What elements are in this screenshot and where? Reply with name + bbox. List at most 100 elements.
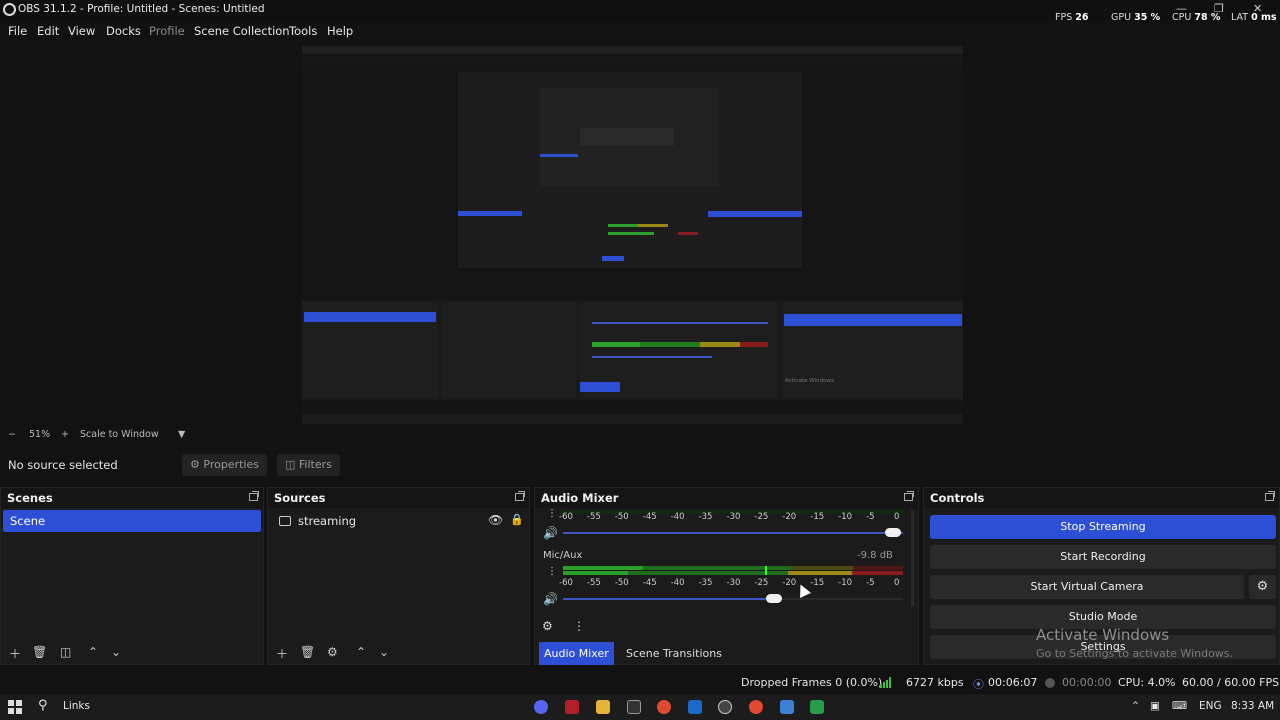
- chrome-icon-2[interactable]: [749, 700, 763, 714]
- tab-scene-transitions[interactable]: Scene Transitions: [621, 642, 727, 665]
- meter-tick-label: -15: [810, 578, 825, 588]
- shield-icon[interactable]: [780, 700, 794, 714]
- channel-1-volume-slider[interactable]: [563, 528, 903, 538]
- scene-filters-icon[interactable]: ◫: [60, 645, 71, 659]
- menu-view[interactable]: View: [68, 24, 95, 38]
- sources-dock-title: Sources: [274, 491, 326, 505]
- signal-bars-icon: [880, 677, 892, 688]
- meter-tick-label: -45: [642, 512, 657, 522]
- language-indicator[interactable]: ENG: [1199, 700, 1222, 712]
- obs-taskbar-icon[interactable]: [718, 700, 732, 714]
- add-scene-icon[interactable]: ＋: [9, 645, 21, 662]
- meter-tick-label: 0: [894, 512, 900, 522]
- move-up-icon[interactable]: ⌃: [88, 645, 98, 659]
- stop-streaming-button[interactable]: Stop Streaming: [930, 515, 1276, 539]
- title-bar: OBS 31.1.2 - Profile: Untitled - Scenes:…: [0, 0, 1280, 23]
- zoom-level: 51%: [29, 429, 51, 440]
- move-up-icon[interactable]: ⌃: [356, 645, 366, 659]
- search-icon[interactable]: ⚲: [38, 698, 48, 713]
- menu-edit[interactable]: Edit: [37, 24, 59, 38]
- scenes-dock-header: Scenes: [1, 488, 263, 508]
- slider-knob[interactable]: [765, 594, 782, 603]
- terminal-icon[interactable]: [627, 700, 641, 714]
- move-down-icon[interactable]: ⌄: [111, 645, 121, 659]
- meter-tick-label: -35: [698, 578, 713, 588]
- virtual-camera-gear-icon[interactable]: ⚙: [1249, 575, 1276, 599]
- status-fps: 60.00 / 60.00 FPS: [1182, 676, 1280, 689]
- streaming-icon: ⦿: [973, 678, 984, 691]
- minimize-icon[interactable]: —: [1176, 2, 1187, 15]
- advanced-audio-gear-icon[interactable]: ⚙: [542, 619, 553, 633]
- menu-docks[interactable]: Docks: [106, 24, 141, 38]
- app-red-icon[interactable]: [565, 700, 579, 714]
- mic-aux-volume-slider[interactable]: [563, 594, 903, 604]
- lock-icon[interactable]: 🔒: [510, 513, 524, 526]
- speaker-icon[interactable]: 🔊: [543, 592, 558, 606]
- meter-scale: -60 -55 -50 -45 -40 -35 -30 -25 -20 -15 -10 -5 0: [559, 512, 903, 522]
- windows-start-icon[interactable]: [8, 700, 22, 714]
- maximize-icon[interactable]: ❐: [1214, 2, 1224, 15]
- chrome-icon[interactable]: [657, 700, 671, 714]
- mixer-menu-icon[interactable]: ⋮: [573, 619, 585, 633]
- meter-tick-label: -5: [866, 512, 875, 522]
- undock-icon[interactable]: [1265, 491, 1275, 501]
- remove-source-icon[interactable]: 🗑: [300, 645, 315, 659]
- scale-mode-select[interactable]: Scale to Window: [80, 429, 159, 440]
- keyboard-icon[interactable]: ⌨: [1172, 700, 1187, 712]
- filter-icon: ◫: [285, 458, 296, 471]
- meter-tick-label: -15: [810, 512, 825, 522]
- meter-tick-label: -30: [726, 578, 741, 588]
- meter-tick-label: -45: [642, 578, 657, 588]
- menu-tools[interactable]: Tools: [289, 24, 317, 38]
- menu-help[interactable]: Help: [327, 24, 353, 38]
- add-source-icon[interactable]: ＋: [276, 645, 288, 662]
- source-selection-label: No source selected: [8, 458, 118, 472]
- status-bar: Dropped Frames 0 (0.0%) 6727 kbps ⦿ 00:0…: [0, 672, 1280, 692]
- taskbar-search-label[interactable]: Links: [63, 700, 90, 712]
- scene-list-item[interactable]: Scene: [3, 510, 261, 532]
- visibility-eye-icon[interactable]: 👁: [488, 513, 503, 527]
- app-blue-icon[interactable]: [688, 700, 702, 714]
- menu-file[interactable]: File: [8, 24, 27, 38]
- window-title: OBS 31.1.2 - Profile: Untitled - Scenes:…: [18, 3, 265, 15]
- clock[interactable]: 8:33 AM: [1231, 700, 1274, 712]
- start-recording-button[interactable]: Start Recording: [930, 545, 1276, 569]
- mixer-scrollbar[interactable]: [911, 510, 914, 606]
- source-properties-gear-icon[interactable]: ⚙: [327, 645, 338, 659]
- undock-icon[interactable]: [904, 491, 914, 501]
- zoom-in-button[interactable]: +: [61, 429, 69, 440]
- meter-tick-label: -10: [838, 512, 853, 522]
- menu-profile[interactable]: Profile: [149, 24, 185, 38]
- chevron-down-icon[interactable]: ▼: [178, 429, 185, 440]
- discord-icon[interactable]: [534, 700, 548, 714]
- meter-tick-label: -20: [782, 512, 797, 522]
- audio-mixer-dock: Audio Mixer ⋮ -60 -55 -50 -45 -40 -35 -30 -25 -2…: [534, 487, 919, 665]
- file-explorer-icon[interactable]: [596, 700, 610, 714]
- meter-tick-label: -55: [586, 578, 601, 588]
- audio-mixer-header: Audio Mixer: [535, 488, 918, 508]
- close-icon[interactable]: ✕: [1253, 2, 1262, 15]
- meter-tick-label: -35: [698, 512, 713, 522]
- channel-menu-icon[interactable]: ⋮: [547, 566, 557, 577]
- move-down-icon[interactable]: ⌄: [379, 645, 389, 659]
- record-icon: [1045, 678, 1055, 688]
- chevron-up-icon[interactable]: ⌃: [1131, 700, 1140, 712]
- remove-scene-icon[interactable]: 🗑: [32, 645, 47, 659]
- source-list-item[interactable]: streaming 👁 🔒: [270, 510, 532, 532]
- properties-button[interactable]: ⚙ Properties: [182, 454, 267, 476]
- start-virtual-camera-button[interactable]: Start Virtual Camera: [930, 575, 1244, 599]
- zoom-out-button[interactable]: −: [8, 429, 16, 440]
- speaker-icon[interactable]: 🔊: [543, 526, 558, 540]
- undock-icon[interactable]: [515, 491, 525, 501]
- tab-audio-mixer[interactable]: Audio Mixer: [539, 642, 614, 665]
- slider-knob[interactable]: [884, 528, 901, 537]
- channel-menu-icon[interactable]: ⋮: [547, 508, 557, 519]
- network-icon[interactable]: ▣: [1150, 700, 1160, 712]
- undock-icon[interactable]: [249, 491, 259, 501]
- headset-icon[interactable]: [810, 700, 824, 714]
- meter-tick-label: -25: [754, 578, 769, 588]
- menu-scene-collection[interactable]: Scene Collection: [194, 24, 290, 38]
- filters-button[interactable]: ◫ Filters: [277, 454, 340, 476]
- preview-canvas[interactable]: Activate Windows: [302, 46, 963, 424]
- channel-2-name: Mic/Aux: [543, 550, 583, 561]
